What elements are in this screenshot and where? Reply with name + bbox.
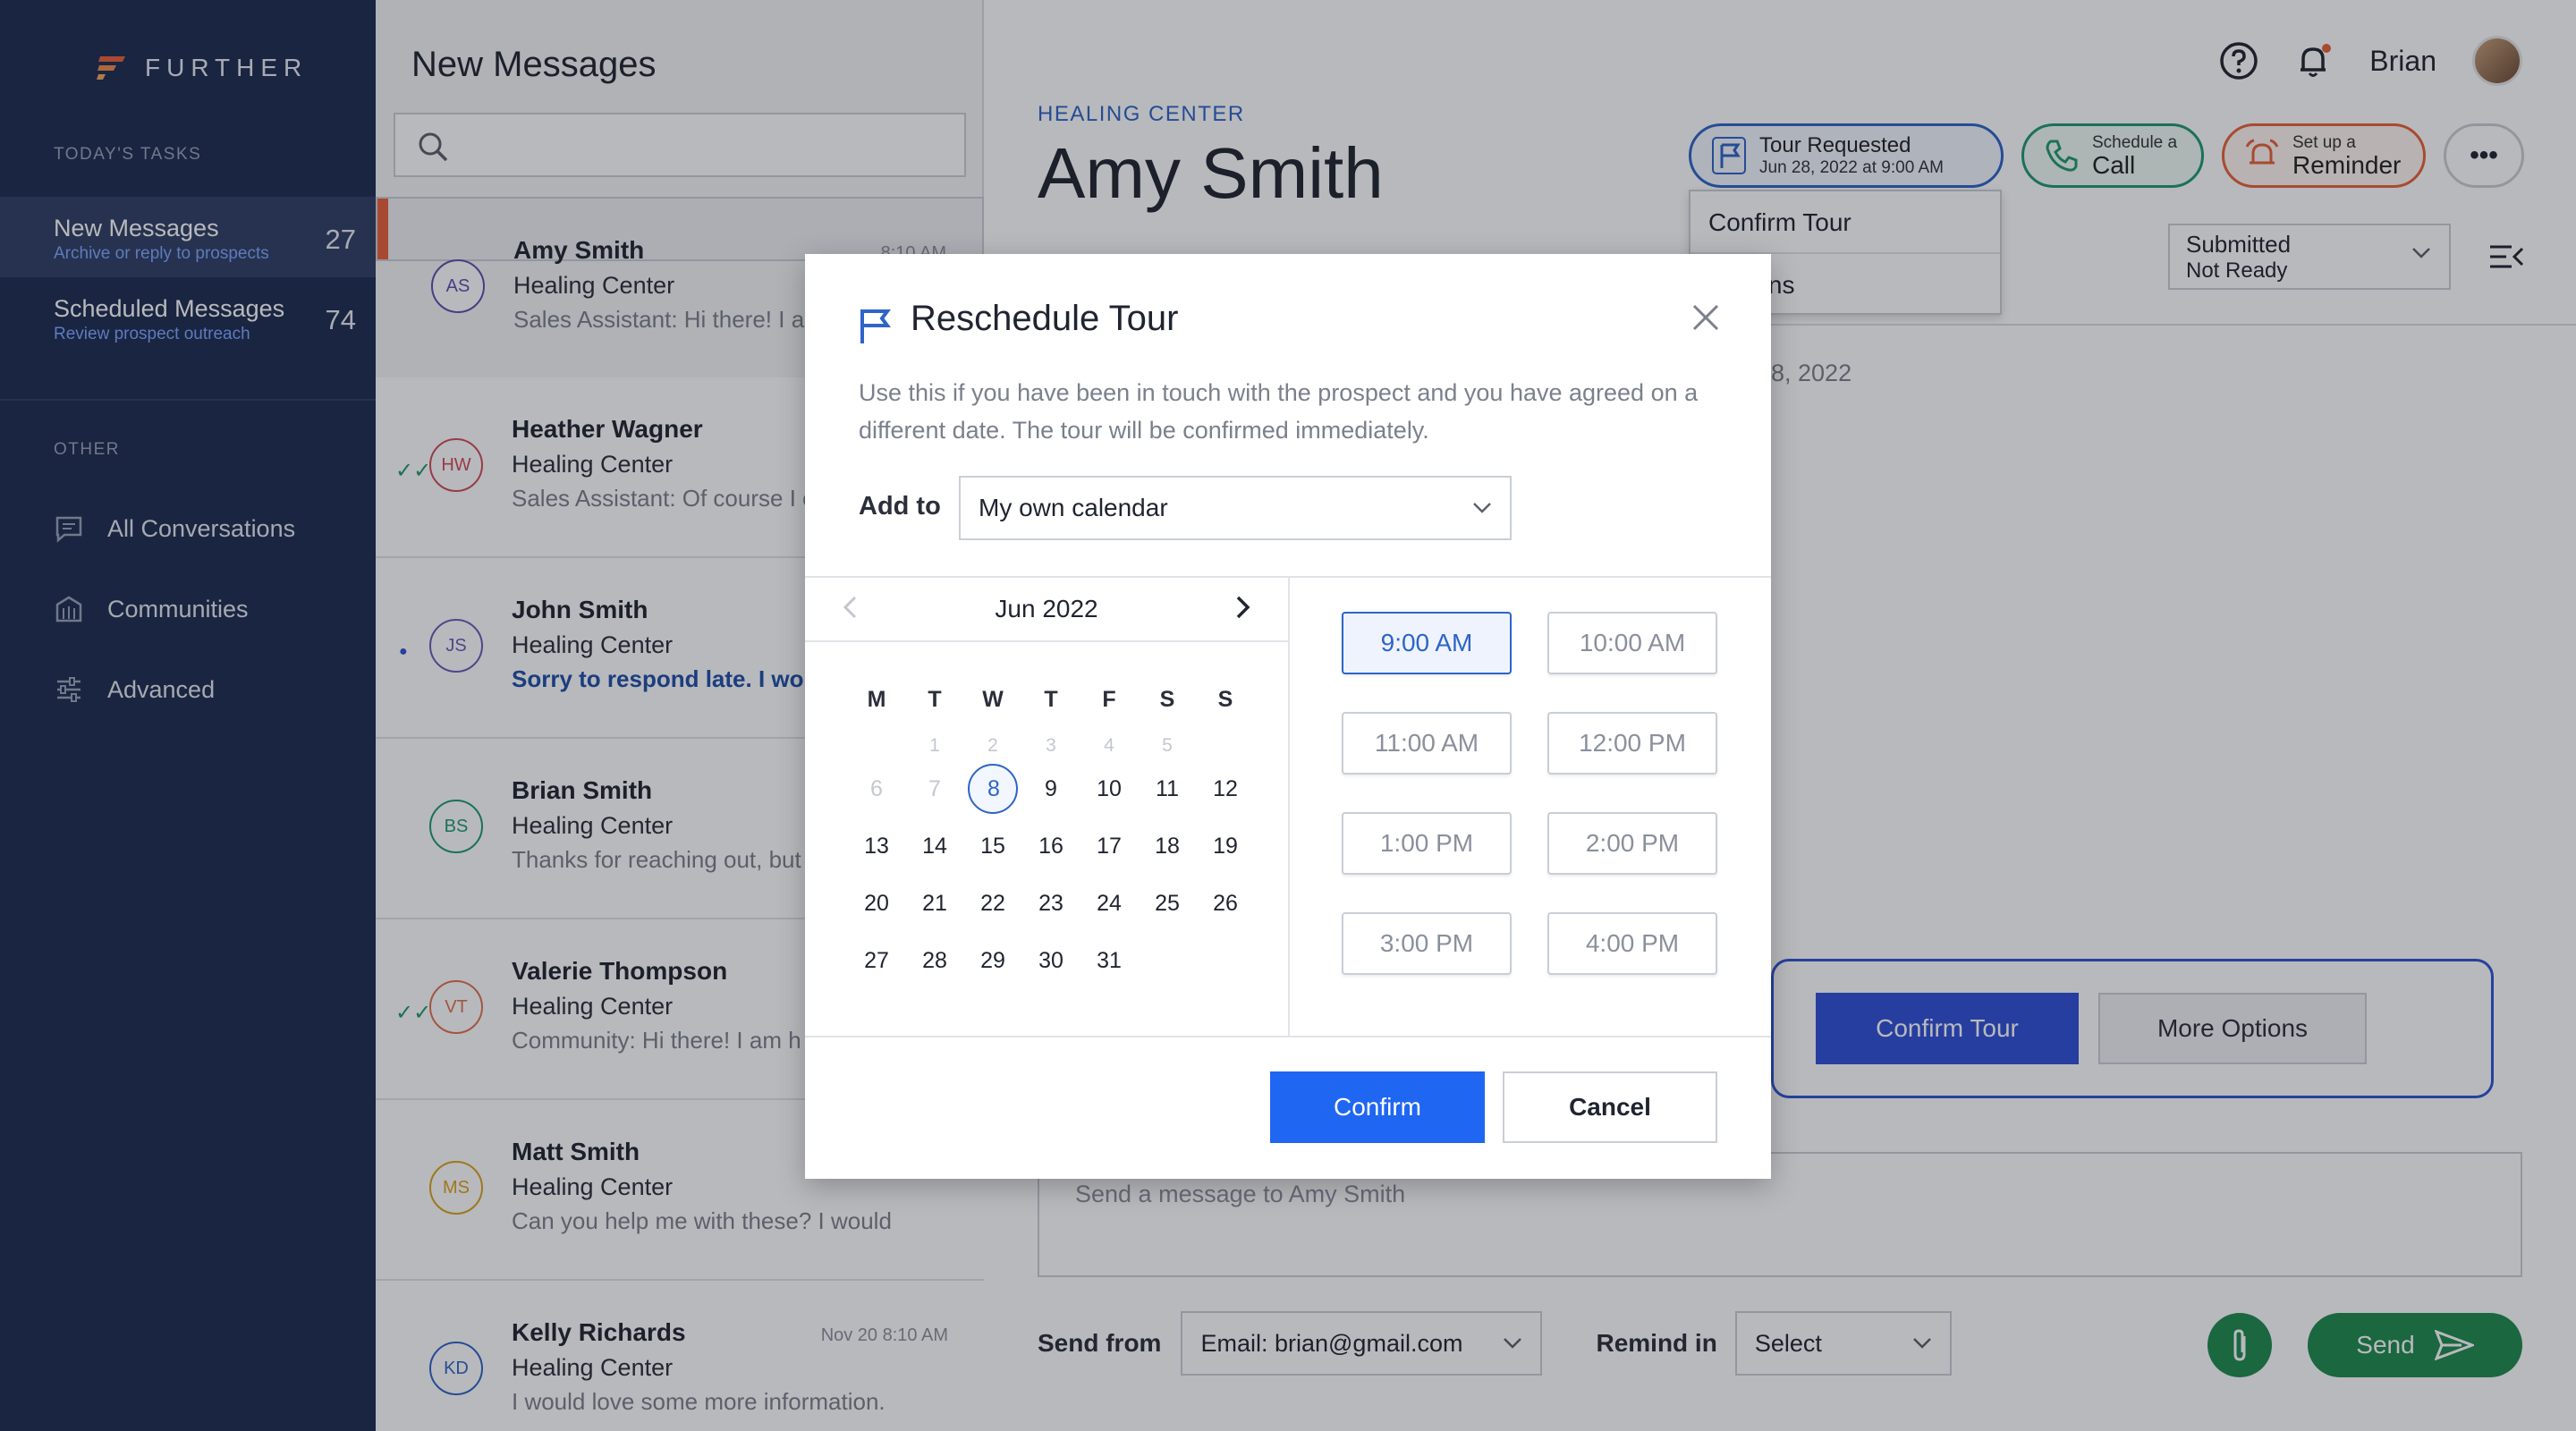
- time-slot[interactable]: 12:00 PM: [1547, 712, 1717, 775]
- calendar-day[interactable]: 17: [1084, 821, 1134, 871]
- calendar-day: 6: [870, 776, 883, 801]
- flag-icon: [860, 309, 891, 343]
- calendar-day[interactable]: 29: [968, 936, 1018, 986]
- calendar-day[interactable]: 8: [968, 764, 1018, 814]
- calendar-header-divider: [805, 640, 1288, 642]
- calendar-divider: [1288, 578, 1290, 1036]
- weekday-label: M: [867, 687, 886, 712]
- calendar-day[interactable]: 19: [1200, 821, 1250, 871]
- weekday-label: S: [1217, 687, 1233, 712]
- modal-title: Reschedule Tour: [911, 299, 1179, 338]
- calendar-day[interactable]: 18: [1142, 821, 1192, 871]
- time-slot[interactable]: 4:00 PM: [1547, 912, 1717, 975]
- time-slot[interactable]: 2:00 PM: [1547, 812, 1717, 875]
- chevron-right-icon[interactable]: [1234, 594, 1252, 621]
- modal-description: Use this if you have been in touch with …: [859, 379, 1699, 444]
- chevron-down-icon: [1473, 503, 1491, 513]
- time-slot[interactable]: 11:00 AM: [1342, 712, 1512, 775]
- cancel-button[interactable]: Cancel: [1503, 1071, 1717, 1143]
- calendar-day[interactable]: 9: [1026, 764, 1076, 814]
- add-to-label: Add to: [859, 492, 941, 521]
- add-to-value: My own calendar: [979, 494, 1168, 521]
- calendar-day[interactable]: 22: [968, 878, 1018, 928]
- calendar-day[interactable]: 31: [1084, 936, 1134, 986]
- modal-footer-divider: [805, 1036, 1771, 1037]
- calendar-day[interactable]: 21: [910, 878, 960, 928]
- weekday-label: S: [1159, 687, 1175, 712]
- calendar-day[interactable]: 26: [1200, 878, 1250, 928]
- calendar-day[interactable]: 11: [1142, 764, 1192, 814]
- time-slot[interactable]: 1:00 PM: [1342, 812, 1512, 875]
- calendar-day[interactable]: 10: [1084, 764, 1134, 814]
- weekday-label: F: [1102, 687, 1116, 712]
- calendar-day: 7: [928, 776, 941, 801]
- weekday-label: W: [982, 687, 1004, 712]
- calendar-day[interactable]: 23: [1026, 878, 1076, 928]
- time-slot[interactable]: 9:00 AM: [1342, 612, 1512, 674]
- weekday-label: T: [928, 687, 942, 712]
- calendar-day[interactable]: 30: [1026, 936, 1076, 986]
- weekday-label: T: [1044, 687, 1058, 712]
- add-to-select[interactable]: My own calendar: [959, 476, 1512, 540]
- calendar-day[interactable]: 13: [852, 821, 902, 871]
- calendar-day[interactable]: 25: [1142, 878, 1192, 928]
- calendar-day[interactable]: 28: [910, 936, 960, 986]
- close-icon[interactable]: [1692, 304, 1719, 331]
- calendar-day[interactable]: 14: [910, 821, 960, 871]
- calendar-day[interactable]: 16: [1026, 821, 1076, 871]
- time-slot[interactable]: 10:00 AM: [1547, 612, 1717, 674]
- calendar-month: Jun 2022: [995, 595, 1098, 622]
- calendar-day[interactable]: 12: [1200, 764, 1250, 814]
- reschedule-tour-modal: Reschedule Tour Use this if you have bee…: [805, 254, 1771, 1179]
- confirm-button[interactable]: Confirm: [1270, 1071, 1485, 1143]
- calendar-day[interactable]: 15: [968, 821, 1018, 871]
- calendar-day[interactable]: 27: [852, 936, 902, 986]
- calendar-day[interactable]: 24: [1084, 878, 1134, 928]
- calendar-day[interactable]: 20: [852, 878, 902, 928]
- time-slot[interactable]: 3:00 PM: [1342, 912, 1512, 975]
